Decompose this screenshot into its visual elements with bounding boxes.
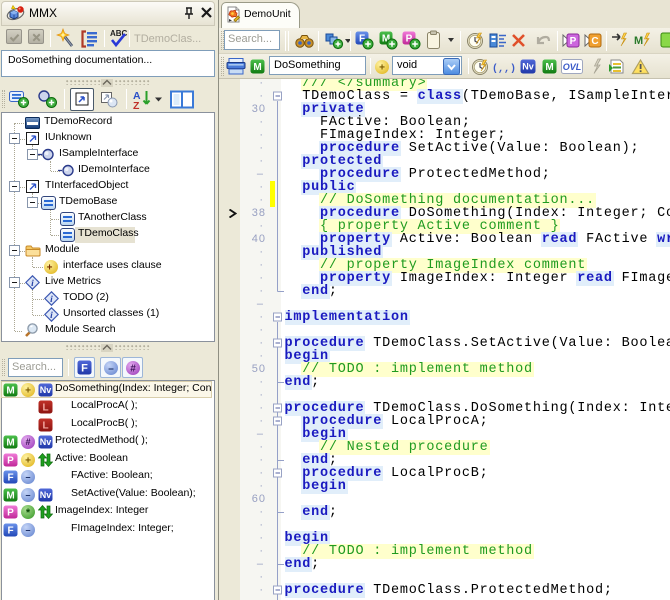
- svg-text:L: L: [42, 403, 48, 414]
- svg-text:F: F: [81, 362, 88, 374]
- svg-text:F: F: [7, 473, 13, 484]
- svg-text:M: M: [6, 490, 14, 501]
- svg-text:P: P: [7, 455, 14, 466]
- svg-text:#: #: [25, 437, 30, 447]
- svg-text:–: –: [25, 525, 30, 535]
- svg-text:+: +: [47, 262, 53, 273]
- svg-text:Nv: Nv: [40, 385, 52, 395]
- svg-text:L: L: [42, 420, 48, 431]
- svg-text:–: –: [108, 363, 114, 374]
- svg-text:P: P: [7, 508, 14, 519]
- svg-text:–: –: [25, 472, 30, 482]
- svg-text:Nv: Nv: [40, 437, 52, 447]
- svg-text:i: i: [50, 295, 53, 305]
- svg-text:F: F: [7, 525, 13, 536]
- svg-text:+: +: [25, 455, 31, 466]
- svg-text:–: –: [25, 490, 30, 500]
- svg-text:i: i: [50, 311, 53, 321]
- svg-text:M: M: [6, 385, 14, 396]
- svg-text:i: i: [31, 279, 34, 289]
- svg-text:Z: Z: [133, 100, 140, 110]
- svg-text:*: *: [26, 507, 31, 519]
- svg-text:#: #: [130, 363, 136, 374]
- svg-text:ABC: ABC: [110, 29, 128, 38]
- svg-text:+: +: [25, 385, 31, 396]
- svg-text:M: M: [6, 438, 14, 449]
- svg-text:Nv: Nv: [40, 490, 52, 500]
